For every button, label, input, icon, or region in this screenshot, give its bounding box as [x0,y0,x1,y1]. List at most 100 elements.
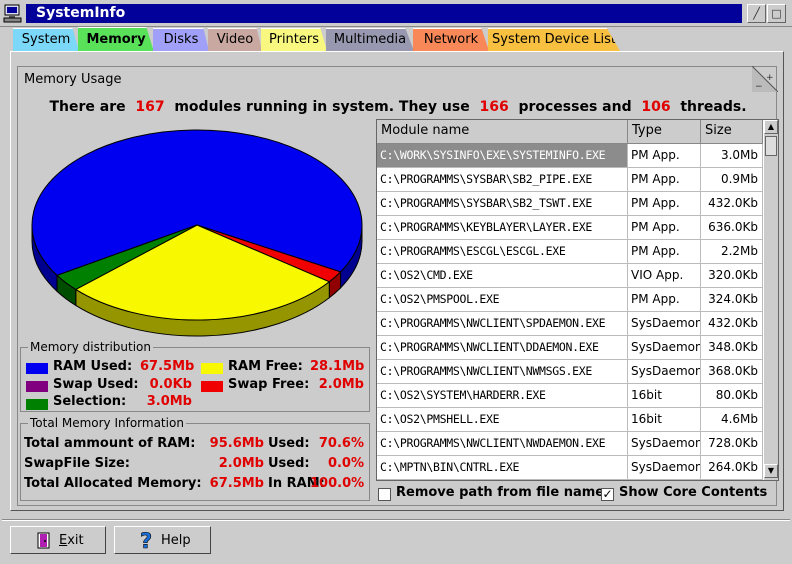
selection-swatch [26,399,48,410]
ram-used-value: 67.5Mb [140,359,195,374]
scroll-up-button[interactable]: ▲ [764,120,778,134]
show-core-label[interactable]: Show Core Contents [619,485,767,500]
ram-used-swatch [26,363,48,374]
size-cell: 368.0Kb [701,360,763,384]
size-cell: 0.9Mb [701,168,763,192]
exit-door-icon [37,532,51,553]
table-row[interactable]: C:\OS2\CMD.EXE VIO App. 320.0Kb [377,264,763,288]
minimize-icon: ╱ [753,7,760,20]
swap-used-pct-value: 0.0% [327,456,364,471]
in-ram-value: 100.0% [310,476,365,491]
size-cell: 320.0Kb [701,264,763,288]
arrow-up-icon: ▲ [767,122,775,131]
show-core-checkbox[interactable]: ✓ [601,488,614,501]
type-cell: VIO App. [628,264,701,288]
tab-label: Network [423,32,479,47]
tab-memory[interactable]: Memory [78,27,154,52]
size-cell: 4.6Mb [701,408,763,432]
type-cell: 16bit [628,384,701,408]
title-bar: SystemInfo ╱ □ [0,0,792,27]
tab-printers[interactable]: Printers [261,28,327,51]
summary-text: threads. [680,99,747,115]
tab-video[interactable]: Video [208,28,262,51]
table-row[interactable]: C:\OS2\SYSTEM\HARDERR.EXE 16bit 80.0Kb [377,384,763,408]
table-row[interactable]: C:\PROGRAMMS\NWCLIENT\SPDAEMON.EXE SysDae… [377,312,763,336]
size-cell: 3.0Mb [701,144,763,168]
exit-label: Exit [59,533,84,548]
table-row[interactable]: C:\PROGRAMMS\NWCLIENT\DDAEMON.EXE SysDaem… [377,336,763,360]
summary-text: There are [49,99,126,115]
type-cell: PM App. [628,168,701,192]
module-name-cell: C:\OS2\PMSPOOL.EXE [377,288,628,312]
type-cell: PM App. [628,288,701,312]
tab-system-device-list[interactable]: System Device List [488,28,620,51]
summary-text: modules running in system. They use [174,99,470,115]
type-cell: PM App. [628,144,701,168]
table-row[interactable]: C:\PROGRAMMS\SYSBAR\SB2_TSWT.EXE PM App. 4… [377,192,763,216]
type-cell: SysDaemon [628,432,701,456]
exit-button[interactable]: Exit [10,526,106,554]
table-row[interactable]: C:\PROGRAMMS\NWCLIENT\NWMSGS.EXE SysDaemo… [377,360,763,384]
group-title: Memory Usage [24,72,122,87]
tab-network[interactable]: Network [413,28,489,51]
module-name-cell: C:\OS2\SYSTEM\HARDERR.EXE [377,384,628,408]
swapfile-size-label: SwapFile Size: [24,456,130,471]
module-count: 167 [135,99,165,115]
tab-label: Disks [163,32,199,47]
scroll-thumb[interactable] [765,136,777,156]
table-row[interactable]: C:\MPTN\BIN\CNTRL.EXE SysDaemon 264.0Kb [377,456,763,480]
table-row[interactable]: C:\PROGRAMMS\ESCGL\ESCGL.EXE PM App. 2.2Mb [377,240,763,264]
size-cell: 324.0Kb [701,288,763,312]
module-summary: There are 167 modules running in system.… [20,99,776,115]
table-row[interactable]: C:\PROGRAMMS\SYSBAR\SB2_PIPE.EXE PM App. 0… [377,168,763,192]
thread-count: 106 [641,99,671,115]
table-row[interactable]: C:\PROGRAMMS\NWCLIENT\NWDAEMON.EXE SysDae… [377,432,763,456]
ram-free-swatch [201,363,223,374]
summary-text: processes and [518,99,632,115]
help-question-icon: ? [139,529,157,555]
size-cell: 432.0Kb [701,192,763,216]
table-row[interactable]: C:\OS2\PMSHELL.EXE 16bit 4.6Mb [377,408,763,432]
module-name-cell: C:\MPTN\BIN\CNTRL.EXE [377,456,628,480]
column-header-type[interactable]: Type [628,120,701,144]
system-menu-icon[interactable] [3,3,23,23]
selection-value: 3.0Mb [146,394,192,409]
table-row[interactable]: C:\PROGRAMMS\KEYBLAYER\LAYER.EXE PM App. 6… [377,216,763,240]
ram-free-label: RAM Free: [228,359,303,374]
column-header-module-name[interactable]: Module name [377,120,628,144]
module-table[interactable]: Module name Type Size C:\WORK\SYSINFO\EX… [376,119,779,481]
tab-disks[interactable]: Disks [153,28,209,51]
module-name-cell: C:\PROGRAMMS\SYSBAR\SB2_TSWT.EXE [377,192,628,216]
tab-system[interactable]: System [13,28,79,51]
minimize-button[interactable]: ╱ [747,4,766,23]
tab-label: Memory [86,32,146,47]
module-name-cell: C:\PROGRAMMS\KEYBLAYER\LAYER.EXE [377,216,628,240]
size-cell: 432.0Kb [701,312,763,336]
tab-label: Printers [268,32,320,47]
scroll-down-button[interactable]: ▼ [764,464,778,478]
swap-used-swatch [26,381,48,392]
table-scrollbar[interactable]: ▲ ▼ [764,120,778,480]
memory-pie-chart [31,129,363,337]
tab-label: System [21,32,71,47]
type-cell: SysDaemon [628,336,701,360]
total-memory-title: Total Memory Information [28,416,186,430]
table-row[interactable]: C:\WORK\SYSINFO\EXE\SYSTEMINFO.EXE PM App… [377,144,763,168]
swap-used-label: Swap Used: [53,377,139,392]
remove-path-checkbox[interactable] [378,488,391,501]
tab-multimedia[interactable]: Multimedia [326,28,414,51]
tab-label: Video [216,32,254,47]
page-turn-icon[interactable]: + − [751,65,779,93]
maximize-button[interactable]: □ [767,4,786,23]
tab-label: System Device List [492,32,616,47]
ram-used-pct-label: Used: [268,436,310,451]
process-count: 166 [479,99,509,115]
total-ram-value: 95.6Mb [209,436,264,451]
help-label: Help [161,533,191,548]
remove-path-label[interactable]: Remove path from file names [396,485,612,500]
column-header-size[interactable]: Size [701,120,763,144]
help-button[interactable]: ? Help [114,526,211,554]
type-cell: SysDaemon [628,312,701,336]
window-title: SystemInfo [26,4,742,23]
table-row[interactable]: C:\OS2\PMSPOOL.EXE PM App. 324.0Kb [377,288,763,312]
